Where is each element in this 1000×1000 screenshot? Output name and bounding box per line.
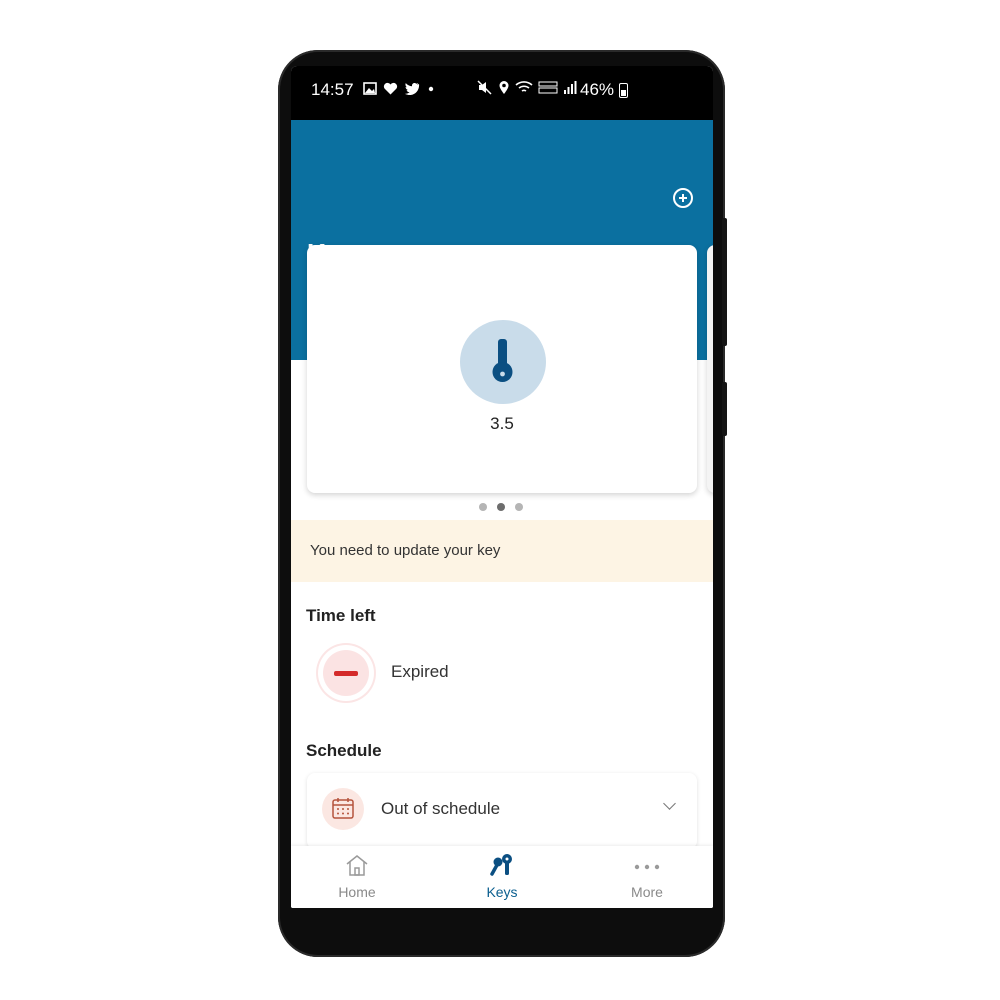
- mute-icon: [477, 80, 492, 95]
- notification-icons: [363, 82, 436, 95]
- calendar-icon: [332, 798, 354, 819]
- schedule-title: Schedule: [306, 741, 382, 760]
- phone-bottom-bezel: [291, 908, 713, 942]
- calendar-icon-badge: [322, 788, 364, 830]
- update-notice-text: You need to update your key: [310, 542, 501, 559]
- home-icon: [346, 855, 368, 876]
- lte-icon: [538, 81, 558, 94]
- schedule-value: Out of schedule: [381, 799, 501, 818]
- status-bar: 14:57 46%: [291, 66, 713, 120]
- time-left-status: Expired: [391, 662, 449, 681]
- chevron-down-icon: [663, 797, 676, 810]
- next-key-card[interactable]: [707, 245, 713, 493]
- phone-side-button-upper: [722, 218, 727, 346]
- heart-icon: [383, 82, 398, 95]
- bottom-nav: Home Keys More: [291, 846, 713, 908]
- key-icon: [492, 339, 513, 382]
- nav-label-home: Home: [338, 884, 376, 900]
- nav-item-home[interactable]: Home: [291, 846, 427, 908]
- app-screen: 14:57 46% Keys: [291, 66, 713, 908]
- nav-label-keys: Keys: [486, 884, 518, 900]
- nav-item-keys[interactable]: Keys: [432, 846, 572, 908]
- carousel-dot[interactable]: [479, 503, 487, 511]
- carousel-dot[interactable]: [515, 503, 523, 511]
- twitter-icon: [404, 83, 420, 95]
- location-icon: [499, 81, 509, 94]
- phone-side-button-lower: [722, 382, 727, 436]
- expired-status-badge: [318, 645, 374, 701]
- expired-badge-inner: [323, 650, 369, 696]
- minus-icon: [334, 671, 358, 676]
- plus-circle-icon[interactable]: [673, 188, 693, 208]
- wifi-icon: [515, 81, 533, 92]
- status-time: 14:57: [311, 80, 354, 99]
- carousel-dots: [479, 503, 523, 511]
- nav-label-more: More: [631, 884, 663, 900]
- signal-icon: [564, 81, 577, 94]
- carousel-dot-active[interactable]: [497, 503, 505, 511]
- key-card[interactable]: 3.5: [307, 245, 697, 493]
- battery-icon: [619, 83, 628, 98]
- key-card-label: 3.5: [490, 414, 514, 433]
- time-left-title: Time left: [306, 606, 376, 625]
- gallery-icon: [363, 82, 377, 95]
- battery-percent: 46%: [580, 80, 615, 99]
- nav-item-more[interactable]: More: [577, 846, 713, 908]
- update-notice: You need to update your key: [291, 520, 713, 582]
- key-icon-badge: [460, 320, 546, 404]
- dot-indicator-icon: [428, 86, 434, 92]
- schedule-dropdown[interactable]: Out of schedule: [307, 773, 697, 849]
- keys-icon: [490, 854, 512, 876]
- more-dots-icon: [634, 864, 660, 870]
